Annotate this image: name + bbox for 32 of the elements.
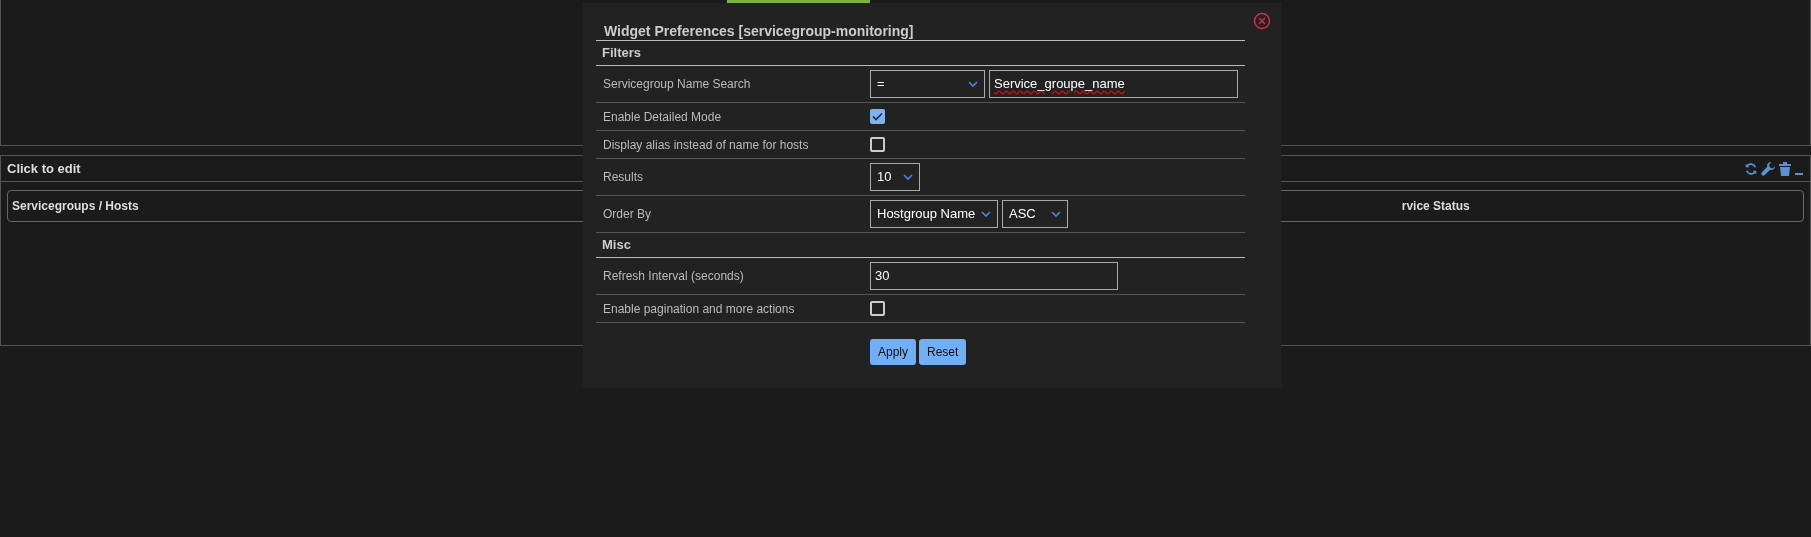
chevron-icon <box>1051 210 1061 218</box>
field-label: Servicegroup Name Search <box>602 76 752 93</box>
checkbox[interactable] <box>870 301 885 316</box>
chevron-icon <box>981 210 991 218</box>
column-header: Servicegroups / Hosts <box>11 198 139 215</box>
trash-icon[interactable] <box>1779 161 1791 176</box>
field-label: Order By <box>602 206 652 223</box>
dialog-title: Widget Preferences [servicegroup-monitoring] <box>604 23 914 39</box>
field-label: Refresh Interval (seconds) <box>602 268 745 285</box>
dialog-button[interactable]: Reset <box>919 339 967 365</box>
column-header: rvice Status <box>1401 198 1470 215</box>
dropdown[interactable]: = <box>870 70 985 98</box>
input-field[interactable]: Service_groupe_name <box>989 70 1238 98</box>
checkbox[interactable] <box>870 137 885 152</box>
wrench-icon[interactable] <box>1761 161 1776 176</box>
dropdown[interactable]: Hostgroup Name <box>870 200 998 228</box>
refresh-icon[interactable] <box>1744 161 1758 176</box>
section-heading: Misc <box>602 236 631 255</box>
checkbox[interactable] <box>870 109 885 124</box>
field-label: Enable Detailed Mode <box>602 108 723 126</box>
dropdown[interactable]: 10 <box>870 163 920 191</box>
close-button[interactable] <box>1253 12 1271 30</box>
section-heading: Filters <box>602 44 641 63</box>
dropdown[interactable]: ASC <box>1002 200 1068 228</box>
chevron-icon <box>903 173 913 181</box>
dialog-button[interactable]: Apply <box>870 339 917 365</box>
input-field[interactable]: 30 <box>870 262 1118 290</box>
chevron-icon <box>968 80 978 88</box>
field-label: Display alias instead of name for hosts <box>602 136 810 154</box>
field-label: Enable pagination and more actions <box>602 300 796 318</box>
widget-title[interactable]: Click to edit <box>7 158 81 179</box>
field-label: Results <box>602 169 644 186</box>
